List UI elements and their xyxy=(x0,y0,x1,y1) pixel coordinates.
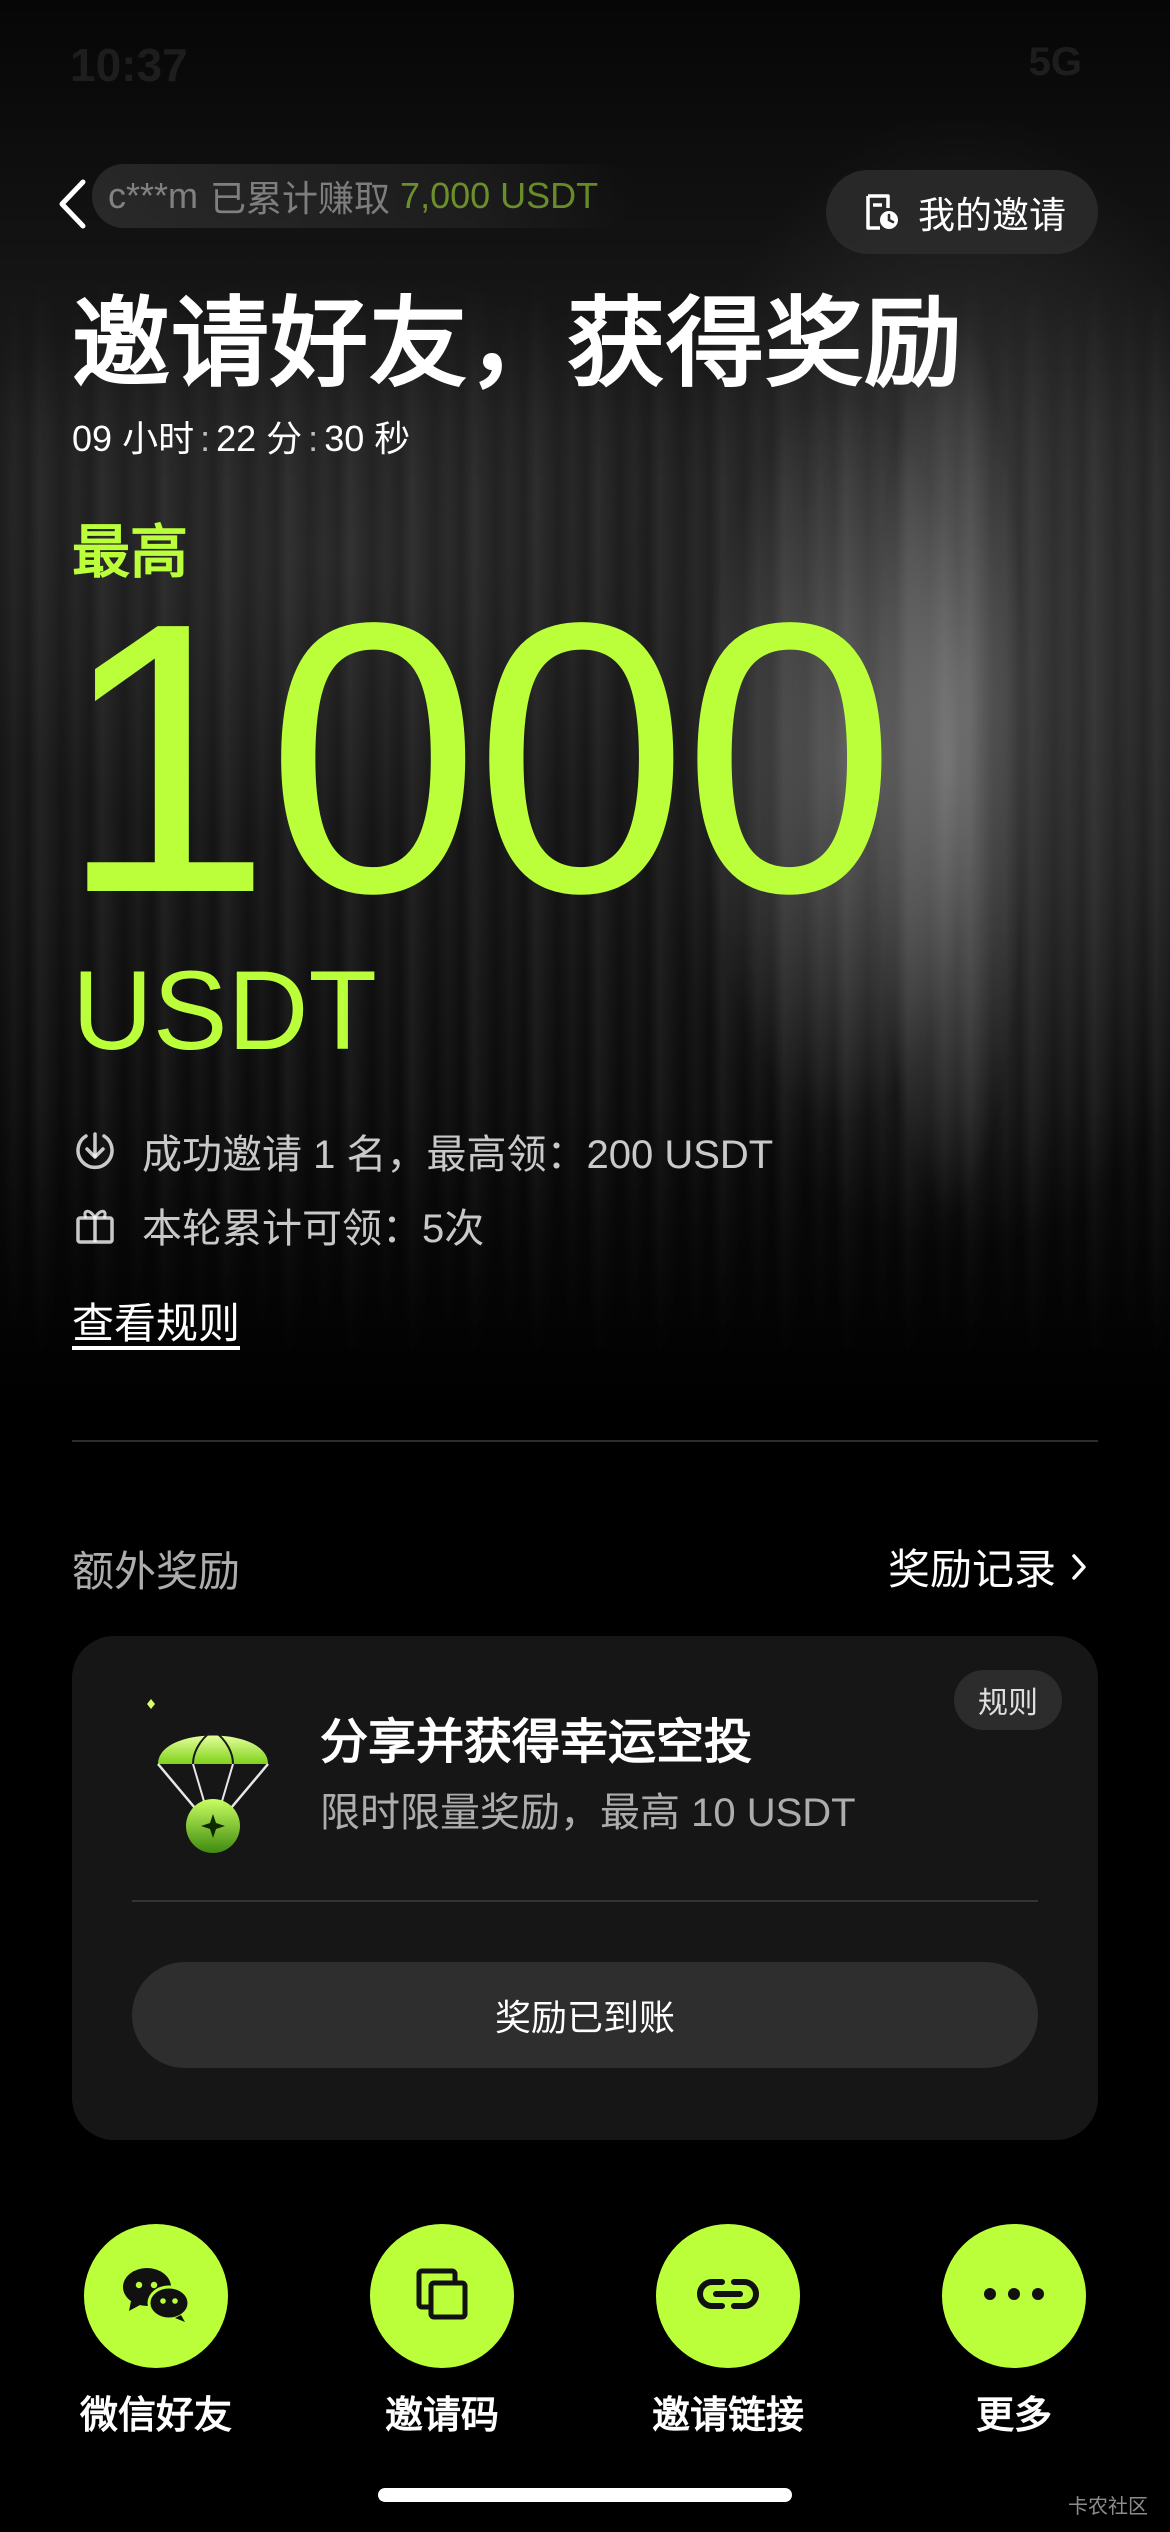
share-more-button[interactable]: 更多 xyxy=(914,2224,1114,2439)
countdown-minutes: 22 xyxy=(216,418,257,459)
share-invite-code-label: 邀请码 xyxy=(384,2395,499,2437)
ticker-text: 已累计赚取 xyxy=(210,178,391,219)
share-invite-code-circle xyxy=(370,2224,514,2368)
page-title: 邀请好友，获得奖励 xyxy=(72,288,964,398)
parachute-airdrop-icon xyxy=(138,1696,288,1876)
countdown-separator: : xyxy=(200,418,211,459)
info-row-rounds: 本轮累计可领：5次 xyxy=(72,1196,484,1254)
share-wechat-button[interactable]: 微信好友 xyxy=(56,2224,256,2439)
reward-claimed-button[interactable]: 奖励已到账 xyxy=(132,1962,1038,2068)
reward-records-label: 奖励记录 xyxy=(887,1546,1056,1593)
info-row-invite-text: 成功邀请 1 名，最高领：200 USDT xyxy=(142,1133,774,1177)
document-clock-icon xyxy=(862,193,900,231)
info-row-rounds-text: 本轮累计可领：5次 xyxy=(142,1207,485,1251)
my-invites-button[interactable]: 我的邀请 xyxy=(826,170,1098,254)
max-reward-unit: USDT xyxy=(72,948,377,1073)
countdown-seconds: 30 xyxy=(324,418,365,459)
share-more-label: 更多 xyxy=(975,2395,1052,2437)
share-invite-link-circle xyxy=(656,2224,800,2368)
earnings-ticker: c***m 已累计赚取 7,000 USDT xyxy=(92,164,632,228)
copy-icon xyxy=(413,2265,471,2328)
section-divider xyxy=(72,1440,1098,1442)
countdown-hours-unit: 小时 xyxy=(122,418,195,459)
ticker-amount: 7,000 USDT xyxy=(400,175,599,216)
link-icon xyxy=(696,2274,760,2319)
chevron-right-icon xyxy=(1070,1552,1088,1582)
share-invite-link-button[interactable]: 邀请链接 xyxy=(628,2224,828,2439)
share-wechat-circle xyxy=(84,2224,228,2368)
download-circle-icon xyxy=(72,1128,118,1174)
card-divider xyxy=(132,1900,1038,1902)
share-invite-link-label: 邀请链接 xyxy=(651,2395,804,2437)
chevron-left-icon xyxy=(59,179,86,229)
status-network: 5G xyxy=(1028,40,1082,84)
extra-rewards-title: 额外奖励 xyxy=(72,1548,241,1595)
share-invite-code-button[interactable]: 邀请码 xyxy=(342,2224,542,2439)
home-indicator[interactable] xyxy=(378,2488,792,2502)
countdown-seconds-unit: 秒 xyxy=(374,418,411,459)
countdown-minutes-unit: 分 xyxy=(266,418,303,459)
back-button[interactable] xyxy=(50,172,94,236)
max-reward-amount: 1000 xyxy=(58,542,896,973)
share-more-circle xyxy=(942,2224,1086,2368)
info-row-invite: 成功邀请 1 名，最高领：200 USDT xyxy=(72,1122,773,1180)
share-wechat-label: 微信好友 xyxy=(79,2395,232,2437)
ticker-user: c***m xyxy=(108,175,199,216)
airdrop-rules-button[interactable]: 规则 xyxy=(954,1670,1062,1730)
status-time: 10:37 xyxy=(70,39,188,91)
my-invites-label: 我的邀请 xyxy=(918,195,1066,236)
watermark: 卡农社区 xyxy=(1068,2496,1148,2518)
airdrop-card: 分享并获得幸运空投 限时限量奖励，最高 10 USDT 规则 奖励已到账 xyxy=(72,1636,1098,2140)
airdrop-subtitle: 限时限量奖励，最高 10 USDT xyxy=(320,1791,856,1835)
view-rules-link[interactable]: 查看规则 xyxy=(72,1290,240,1351)
share-bar: 微信好友 邀请码 邀请链接 更多 xyxy=(0,2224,1170,2437)
reward-records-link[interactable]: 奖励记录 xyxy=(888,1536,1088,1597)
countdown-hours: 09 xyxy=(72,418,113,459)
airdrop-title: 分享并获得幸运空投 xyxy=(320,1716,753,1769)
gift-icon xyxy=(72,1202,118,1248)
wechat-icon xyxy=(121,2265,191,2328)
countdown-separator: : xyxy=(308,418,319,459)
more-dots-icon xyxy=(982,2287,1046,2306)
countdown-timer: 09 小时:22 分:30 秒 xyxy=(72,410,410,462)
